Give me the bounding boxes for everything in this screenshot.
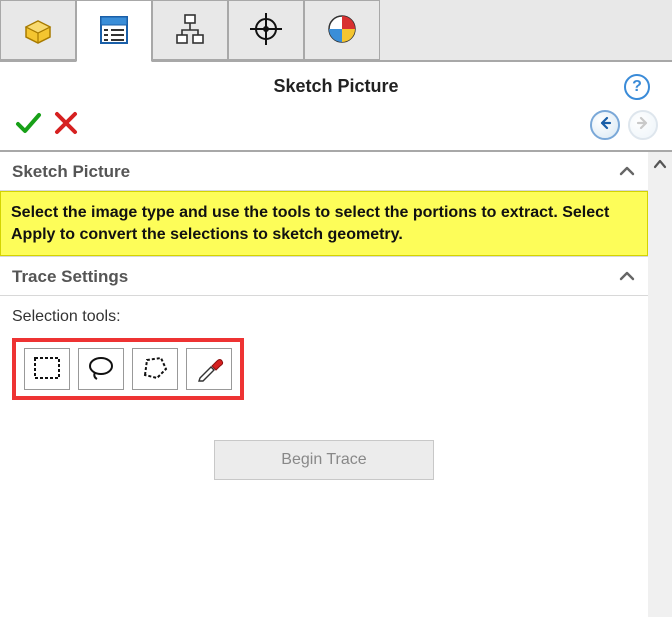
eyedropper-tool[interactable]: [186, 348, 232, 390]
chevron-up-icon: [618, 269, 636, 286]
rectangle-select-tool[interactable]: [24, 348, 70, 390]
x-icon: [52, 124, 80, 140]
lasso-select-tool[interactable]: [78, 348, 124, 390]
tab-features[interactable]: [0, 0, 76, 60]
tab-group-right: [152, 0, 380, 60]
scroll-up-button[interactable]: [650, 156, 670, 174]
crosshair-icon: [248, 11, 284, 50]
content-area: Sketch Picture Select the image type and…: [0, 150, 648, 617]
nav-back-button[interactable]: [590, 110, 620, 140]
action-left: [14, 109, 80, 140]
list-panel-icon: [96, 12, 132, 51]
tab-group-left: [0, 0, 152, 60]
help-icon: ?: [632, 78, 642, 96]
tab-appearances[interactable]: [304, 0, 380, 60]
checkmark-icon: [14, 124, 42, 140]
tab-configuration[interactable]: [152, 0, 228, 60]
selection-tools-label: Selection tools:: [12, 308, 636, 326]
begin-trace-wrap: Begin Trace: [12, 440, 636, 480]
rectangle-select-icon: [31, 353, 63, 386]
section-title: Trace Settings: [12, 267, 128, 287]
begin-trace-button: Begin Trace: [214, 440, 434, 480]
section-title: Sketch Picture: [12, 162, 130, 182]
title-row: Sketch Picture ?: [0, 62, 672, 105]
chevron-up-icon: [618, 164, 636, 181]
help-button[interactable]: ?: [624, 74, 650, 100]
sphere-icon: [324, 11, 360, 50]
eyedropper-icon: [193, 353, 225, 386]
nav-forward-button: [628, 110, 658, 140]
trace-settings-body: Selection tools:: [0, 296, 648, 494]
block-icon: [20, 11, 56, 50]
lasso-select-icon: [85, 353, 117, 386]
scrollbar[interactable]: [648, 150, 672, 617]
hierarchy-icon: [172, 11, 208, 50]
ok-button[interactable]: [14, 109, 42, 140]
section-header-trace-settings[interactable]: Trace Settings: [0, 256, 648, 296]
page-title: Sketch Picture: [273, 76, 398, 97]
selection-tools-highlight: [12, 338, 244, 400]
section-header-sketch-picture[interactable]: Sketch Picture: [0, 152, 648, 191]
arrow-right-icon: [636, 116, 650, 133]
polygon-select-icon: [139, 353, 171, 386]
polygon-select-tool[interactable]: [132, 348, 178, 390]
action-row: [0, 105, 672, 150]
tab-dimxpert[interactable]: [228, 0, 304, 60]
arrow-left-icon: [598, 116, 612, 133]
top-tab-strip: [0, 0, 672, 62]
info-message: Select the image type and use the tools …: [0, 191, 648, 256]
tab-property-manager[interactable]: [76, 0, 152, 62]
cancel-button[interactable]: [52, 109, 80, 140]
chevron-up-icon: [653, 157, 667, 173]
body-area: Sketch Picture Select the image type and…: [0, 150, 672, 617]
action-right: [590, 110, 658, 140]
